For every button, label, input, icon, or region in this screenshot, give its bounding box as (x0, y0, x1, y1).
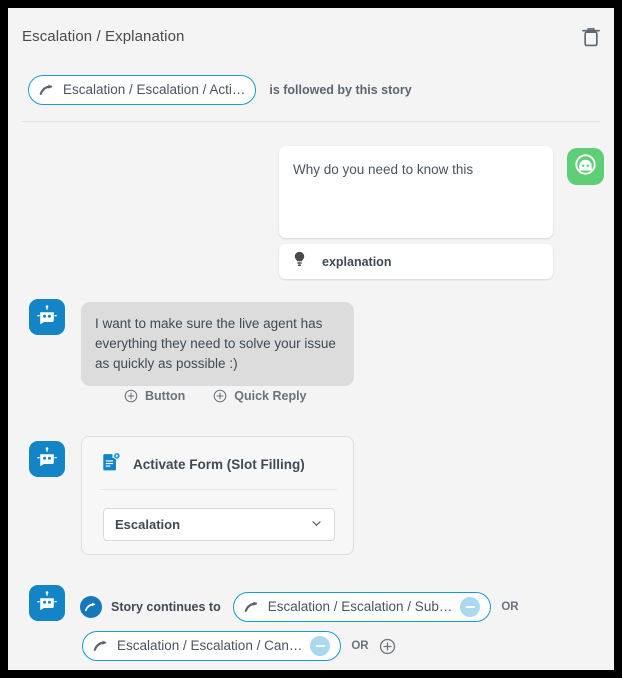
robot-icon (35, 303, 59, 332)
story-editor-panel: Escalation / Explanation Escalation / Es… (8, 8, 614, 670)
user-intent-card[interactable]: explanation (279, 244, 553, 279)
followed-by-text: is followed by this story (269, 83, 412, 97)
user-message-card[interactable]: Why do you need to know this (279, 146, 553, 238)
bot-message-text: I want to make sure the live agent has e… (95, 316, 336, 371)
story-continues-label: Story continues to (111, 600, 221, 614)
story-continues-row-1: Story continues to Escalation / Escalati… (80, 592, 529, 622)
curved-arrow-icon (80, 596, 102, 618)
next-story-chip-2-label: Escalation / Escalation / Can… (117, 638, 303, 654)
activate-form-card: Activate Form (Slot Filling) Escalation (81, 436, 354, 555)
form-select-value: Escalation (115, 517, 181, 532)
next-story-chip-1[interactable]: Escalation / Escalation / Sub… (232, 592, 492, 622)
page-title: Escalation / Explanation (22, 28, 185, 45)
form-select[interactable]: Escalation (103, 508, 335, 541)
next-story-chip-2[interactable]: Escalation / Escalation / Can… (82, 631, 342, 661)
user-intent-label: explanation (322, 254, 392, 269)
or-label-2: OR (351, 640, 369, 652)
user-message-block: Why do you need to know this explanation (279, 146, 553, 279)
add-quick-reply-action[interactable]: Quick Reply (213, 389, 307, 403)
bot-message-bubble[interactable]: I want to make sure the live agent has e… (81, 302, 354, 386)
chevron-down-icon (310, 517, 323, 533)
previous-story-chip-label: Escalation / Escalation / Acti… (63, 82, 246, 98)
bot-avatar-continues (29, 585, 65, 621)
user-face-icon (574, 153, 597, 181)
add-quick-reply-action-label: Quick Reply (234, 389, 307, 403)
plus-circle-icon (124, 389, 138, 403)
curved-arrow-icon (93, 639, 109, 653)
bot-avatar-message (29, 299, 65, 335)
minus-circle-icon[interactable] (310, 636, 331, 656)
header-divider (22, 121, 600, 122)
panel-header: Escalation / Explanation Escalation / Es… (8, 8, 614, 122)
previous-story-chip[interactable]: Escalation / Escalation / Acti… (28, 75, 257, 105)
story-continues-row-2: Escalation / Escalation / Can… OR (82, 631, 396, 661)
add-button-action[interactable]: Button (124, 389, 185, 403)
trash-icon[interactable] (578, 24, 604, 50)
add-next-story-button[interactable] (379, 638, 396, 655)
activate-form-title: Activate Form (Slot Filling) (133, 457, 305, 472)
add-button-action-label: Button (145, 389, 186, 403)
curved-arrow-icon (244, 600, 260, 614)
bot-message-actions: Button Quick Reply (124, 389, 307, 403)
minus-circle-icon[interactable] (460, 597, 481, 617)
curved-arrow-icon (39, 83, 55, 97)
next-story-chip-1-label: Escalation / Escalation / Sub… (267, 599, 453, 615)
form-document-icon (100, 451, 122, 478)
followed-by-row: Escalation / Escalation / Acti… is follo… (28, 75, 412, 105)
activate-form-divider (100, 489, 337, 490)
user-avatar (567, 148, 604, 185)
plus-circle-icon (213, 389, 227, 403)
bot-avatar-form (29, 441, 65, 477)
robot-icon (35, 445, 59, 474)
or-label-1: OR (501, 601, 519, 613)
lightbulb-icon (293, 251, 306, 272)
activate-form-header: Activate Form (Slot Filling) (82, 437, 353, 478)
user-message-text: Why do you need to know this (293, 162, 474, 177)
robot-icon (35, 589, 59, 618)
